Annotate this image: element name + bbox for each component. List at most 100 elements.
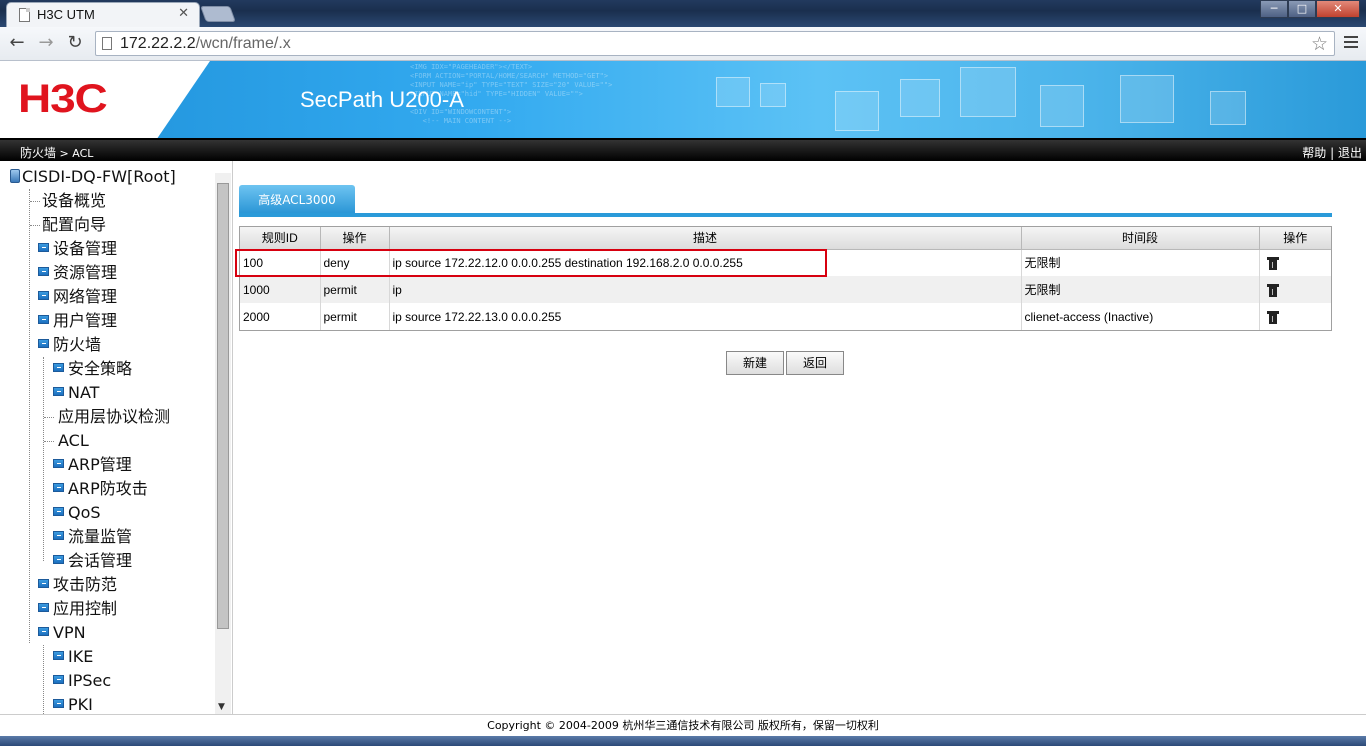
- expand-icon[interactable]: [38, 603, 49, 612]
- tree-line: [29, 189, 30, 643]
- browser-toolbar: ← → ↻ 172.22.2.2/wcn/frame/.x ☆: [0, 27, 1366, 61]
- sidebar-item-security-policy[interactable]: 安全策略: [53, 357, 132, 381]
- sidebar-item-pki[interactable]: PKI: [53, 693, 93, 714]
- cell-action: permit: [320, 303, 390, 330]
- sidebar-item-nat[interactable]: NAT: [53, 381, 99, 405]
- tree-branch: [44, 417, 54, 418]
- address-bar[interactable]: 172.22.2.2/wcn/frame/.x ☆: [95, 31, 1335, 56]
- logout-link[interactable]: 退出: [1338, 146, 1362, 160]
- column-header-description[interactable]: 描述: [389, 227, 1022, 250]
- expand-icon[interactable]: [38, 291, 49, 300]
- sidebar-item-label: 用户管理: [53, 311, 118, 330]
- sidebar-item-label: QoS: [68, 503, 101, 522]
- table-row[interactable]: 1000 permit ip 无限制: [240, 276, 1331, 303]
- column-header-time-range[interactable]: 时间段: [1021, 227, 1260, 250]
- sidebar-item-arp-mgmt[interactable]: ARP管理: [53, 453, 132, 477]
- new-tab-button[interactable]: [200, 6, 236, 22]
- sidebar-item-qos[interactable]: QoS: [53, 501, 101, 525]
- cell-time-range: clienet-access (Inactive): [1021, 303, 1260, 330]
- expand-icon[interactable]: [53, 651, 64, 660]
- tree-root[interactable]: CISDI-DQ-FW[Root]: [10, 165, 176, 189]
- expand-icon[interactable]: [38, 315, 49, 324]
- cell-rule-id: 1000: [240, 276, 321, 303]
- collapse-icon[interactable]: [38, 339, 49, 348]
- expand-icon[interactable]: [53, 363, 64, 372]
- banner-square: [1120, 75, 1174, 123]
- browser-tab[interactable]: H3C UTM ✕: [6, 2, 200, 27]
- expand-icon[interactable]: [53, 531, 64, 540]
- reload-icon[interactable]: ↻: [64, 32, 86, 54]
- sidebar-item-overview[interactable]: 设备概览: [42, 189, 106, 213]
- expand-icon[interactable]: [38, 243, 49, 252]
- sidebar-item-ipsec[interactable]: IPSec: [53, 669, 111, 693]
- window-controls: ─ □ ✕: [1260, 0, 1360, 18]
- sidebar-item-device-mgmt[interactable]: 设备管理: [38, 237, 117, 261]
- back-button[interactable]: 返回: [786, 351, 844, 375]
- scrollbar-thumb[interactable]: [217, 183, 229, 629]
- maximize-button[interactable]: □: [1288, 0, 1316, 18]
- tree-branch: [44, 441, 54, 442]
- collapse-icon[interactable]: [38, 627, 49, 636]
- help-link[interactable]: 帮助: [1302, 146, 1326, 160]
- sidebar-item-label: PKI: [68, 695, 93, 714]
- sidebar-item-app-control[interactable]: 应用控制: [38, 597, 117, 621]
- main-content: 高级ACL3000 规则ID 操作 描述 时间段 操作 100 deny ip …: [234, 161, 1366, 714]
- sidebar-item-label: ARP防攻击: [68, 479, 148, 498]
- forward-arrow-icon[interactable]: →: [35, 32, 57, 54]
- sidebar-item-label: 应用控制: [53, 599, 118, 618]
- table-row[interactable]: 2000 permit ip source 172.22.13.0 0.0.0.…: [240, 303, 1331, 330]
- sidebar-item-label: IKE: [68, 647, 94, 666]
- sidebar-item-network-mgmt[interactable]: 网络管理: [38, 285, 117, 309]
- sidebar-item-alg[interactable]: 应用层协议检测: [58, 405, 170, 429]
- wrench-icon[interactable]: [1344, 36, 1358, 51]
- sidebar-item-acl[interactable]: ACL: [58, 429, 89, 453]
- sidebar-item-session[interactable]: 会话管理: [53, 549, 132, 573]
- expand-icon[interactable]: [53, 507, 64, 516]
- sidebar-item-label: 防火墙: [53, 335, 102, 354]
- column-header-action[interactable]: 操作: [320, 227, 390, 250]
- expand-icon[interactable]: [53, 387, 64, 396]
- close-tab-icon[interactable]: ✕: [178, 6, 189, 21]
- sidebar-item-resource-mgmt[interactable]: 资源管理: [38, 261, 117, 285]
- banner-square: [760, 83, 786, 107]
- expand-icon[interactable]: [53, 675, 64, 684]
- expand-icon[interactable]: [38, 579, 49, 588]
- sidebar: CISDI-DQ-FW[Root] 设备概览 配置向导 设备管理 资源管理 网络…: [0, 161, 233, 714]
- banner-square: [1210, 91, 1246, 125]
- banner-square: [1040, 85, 1084, 127]
- expand-icon[interactable]: [53, 555, 64, 564]
- tab-advanced-acl[interactable]: 高级ACL3000: [239, 185, 355, 213]
- expand-icon[interactable]: [53, 483, 64, 492]
- sidebar-scrollbar[interactable]: ▼: [215, 173, 231, 714]
- sidebar-item-firewall[interactable]: 防火墙: [38, 333, 101, 357]
- trash-icon[interactable]: [1266, 310, 1279, 324]
- sidebar-item-label: 会话管理: [68, 551, 133, 570]
- sidebar-item-label: VPN: [53, 623, 86, 642]
- expand-icon[interactable]: [38, 267, 49, 276]
- cell-time-range: 无限制: [1021, 249, 1260, 276]
- expand-icon[interactable]: [53, 699, 64, 708]
- sidebar-item-ike[interactable]: IKE: [53, 645, 93, 669]
- new-button[interactable]: 新建: [726, 351, 784, 375]
- scroll-down-icon[interactable]: ▼: [218, 702, 225, 712]
- back-arrow-icon[interactable]: ←: [6, 32, 28, 54]
- minimize-button[interactable]: ─: [1260, 0, 1288, 18]
- star-icon[interactable]: ☆: [1311, 33, 1328, 55]
- sidebar-item-arp-attack[interactable]: ARP防攻击: [53, 477, 148, 501]
- trash-icon[interactable]: [1266, 283, 1279, 297]
- highlight-box: [235, 249, 827, 277]
- trash-icon[interactable]: [1266, 256, 1279, 270]
- breadcrumb: 防火墙 > ACL: [20, 144, 93, 161]
- sidebar-item-traffic[interactable]: 流量监管: [53, 525, 132, 549]
- sidebar-item-label: 网络管理: [53, 287, 118, 306]
- close-window-button[interactable]: ✕: [1316, 0, 1360, 18]
- cell-action: permit: [320, 276, 390, 303]
- sidebar-item-wizard[interactable]: 配置向导: [42, 213, 106, 237]
- column-header-rule-id[interactable]: 规则ID: [240, 227, 321, 250]
- footer: Copyright © 2004-2009 杭州华三通信技术有限公司 版权所有，…: [0, 714, 1366, 736]
- sidebar-item-user-mgmt[interactable]: 用户管理: [38, 309, 117, 333]
- sidebar-item-vpn[interactable]: VPN: [38, 621, 86, 645]
- link-separator: |: [1326, 146, 1338, 160]
- expand-icon[interactable]: [53, 459, 64, 468]
- sidebar-item-attack-defense[interactable]: 攻击防范: [38, 573, 117, 597]
